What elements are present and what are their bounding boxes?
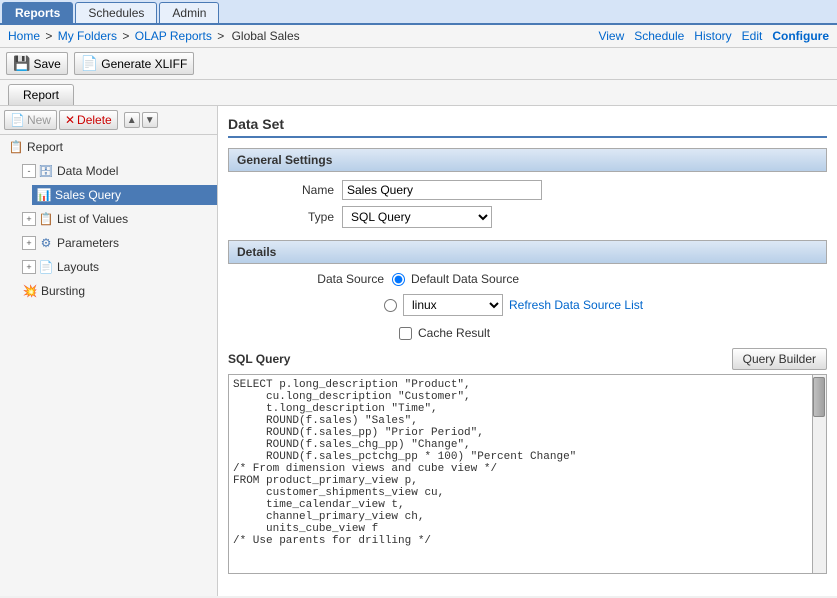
move-up-button[interactable]: ▲ <box>124 112 140 128</box>
breadcrumb: Home > My Folders > OLAP Reports > Globa… <box>8 29 302 43</box>
report-icon: 📋 <box>8 139 24 155</box>
layouts-icon: 📄 <box>38 259 54 275</box>
default-source-row: Default Data Source <box>392 272 519 286</box>
nav-view[interactable]: View <box>598 29 624 43</box>
tree-row-report[interactable]: 📋 Report <box>4 137 217 157</box>
name-label: Name <box>244 183 334 197</box>
type-label: Type <box>244 210 334 224</box>
default-source-label: Default Data Source <box>411 272 519 286</box>
datasource-select[interactable]: linux <box>403 294 503 316</box>
expand-data-model[interactable]: - <box>22 164 36 178</box>
sql-header: SQL Query Query Builder <box>228 348 827 370</box>
type-select[interactable]: SQL Query MDX Query HTTP (XML Feed) Orac… <box>342 206 492 228</box>
sidebar: 📄 New ✕ Delete ▲ ▼ 📋 Report - 🗄 Dat <box>0 106 218 596</box>
xliff-icon: 📄 <box>81 55 98 72</box>
cache-result-label: Cache Result <box>418 326 490 340</box>
breadcrumb-current: Global Sales <box>232 29 300 43</box>
breadcrumb-myfolders[interactable]: My Folders <box>58 29 117 43</box>
sidebar-toolbar: 📄 New ✕ Delete ▲ ▼ <box>0 106 217 135</box>
refresh-datasource-link[interactable]: Refresh Data Source List <box>509 298 643 312</box>
tree-report: 📋 Report <box>4 135 217 159</box>
expand-params[interactable]: + <box>22 236 36 250</box>
tree-row-bursting[interactable]: 💥 Bursting <box>18 281 217 301</box>
tree-row-parameters[interactable]: + ⚙ Parameters <box>18 233 217 253</box>
nav-history[interactable]: History <box>694 29 731 43</box>
scrollbar-track[interactable] <box>812 375 826 573</box>
report-tab-bar: Report <box>0 80 837 106</box>
tree-row-layouts[interactable]: + 📄 Layouts <box>18 257 217 277</box>
new-button[interactable]: 📄 New <box>4 110 57 130</box>
dataset-title: Data Set <box>228 116 827 138</box>
name-input[interactable] <box>342 180 542 200</box>
tree-bursting: 💥 Bursting <box>18 279 217 303</box>
save-icon: 💾 <box>13 55 30 72</box>
tree-row-data-model[interactable]: - 🗄 Data Model <box>18 161 217 181</box>
tree-sales-query: 📊 Sales Query <box>32 183 217 207</box>
name-row: Name <box>228 180 827 200</box>
content-area: Data Set General Settings Name Type SQL … <box>218 106 837 596</box>
generate-xliff-button[interactable]: 📄 Generate XLIFF <box>74 52 194 75</box>
nav-schedule[interactable]: Schedule <box>634 29 684 43</box>
tree-row-list-of-values[interactable]: + 📋 List of Values <box>18 209 217 229</box>
breadcrumb-olap[interactable]: OLAP Reports <box>135 29 212 43</box>
tab-admin[interactable]: Admin <box>159 2 219 23</box>
details-section: Details Data Source Default Data Source … <box>228 240 827 574</box>
general-settings-header: General Settings <box>228 148 827 172</box>
tree-row-sales-query[interactable]: 📊 Sales Query <box>32 185 217 205</box>
query-builder-button[interactable]: Query Builder <box>732 348 827 370</box>
delete-icon: ✕ <box>65 113 75 127</box>
data-source-label: Data Source <box>304 272 384 286</box>
save-button[interactable]: 💾 Save <box>6 52 68 75</box>
tree-parameters: + ⚙ Parameters <box>18 231 217 255</box>
lov-icon: 📋 <box>38 211 54 227</box>
bursting-icon: 💥 <box>22 283 38 299</box>
sql-section: SQL Query Query Builder <box>228 348 827 574</box>
data-source-group: Data Source Default Data Source linux Re… <box>228 272 827 340</box>
cache-result-row: Cache Result <box>244 326 827 340</box>
breadcrumb-home[interactable]: Home <box>8 29 40 43</box>
nav-configure[interactable]: Configure <box>772 29 829 43</box>
expand-lov[interactable]: + <box>22 212 36 226</box>
sql-textarea[interactable] <box>229 375 812 573</box>
cache-result-checkbox[interactable] <box>399 327 412 340</box>
nav-edit[interactable]: Edit <box>742 29 763 43</box>
delete-button[interactable]: ✕ Delete <box>59 110 118 130</box>
tree-list-of-values: + 📋 List of Values <box>18 207 217 231</box>
sales-query-icon: 📊 <box>36 187 52 203</box>
linux-source-radio[interactable] <box>384 299 397 312</box>
type-row: Type SQL Query MDX Query HTTP (XML Feed)… <box>228 206 827 228</box>
nav-actions: View Schedule History Edit Configure <box>598 29 829 43</box>
details-header: Details <box>228 240 827 264</box>
toolbar: 💾 Save 📄 Generate XLIFF <box>0 48 837 80</box>
data-model-icon: 🗄 <box>38 163 54 179</box>
expand-layouts[interactable]: + <box>22 260 36 274</box>
sql-query-title: SQL Query <box>228 352 290 366</box>
tree-data-model: - 🗄 Data Model <box>18 159 217 183</box>
new-icon: 📄 <box>10 113 25 127</box>
tab-report[interactable]: Report <box>8 84 74 105</box>
params-icon: ⚙ <box>38 235 54 251</box>
general-settings-section: General Settings Name Type SQL Query MDX… <box>228 148 827 228</box>
tab-reports[interactable]: Reports <box>2 2 73 23</box>
tab-schedules[interactable]: Schedules <box>75 2 157 23</box>
default-source-radio[interactable] <box>392 273 405 286</box>
move-down-button[interactable]: ▼ <box>142 112 158 128</box>
scrollbar-thumb[interactable] <box>813 377 825 417</box>
sql-container <box>228 374 827 574</box>
tree-layouts: + 📄 Layouts <box>18 255 217 279</box>
